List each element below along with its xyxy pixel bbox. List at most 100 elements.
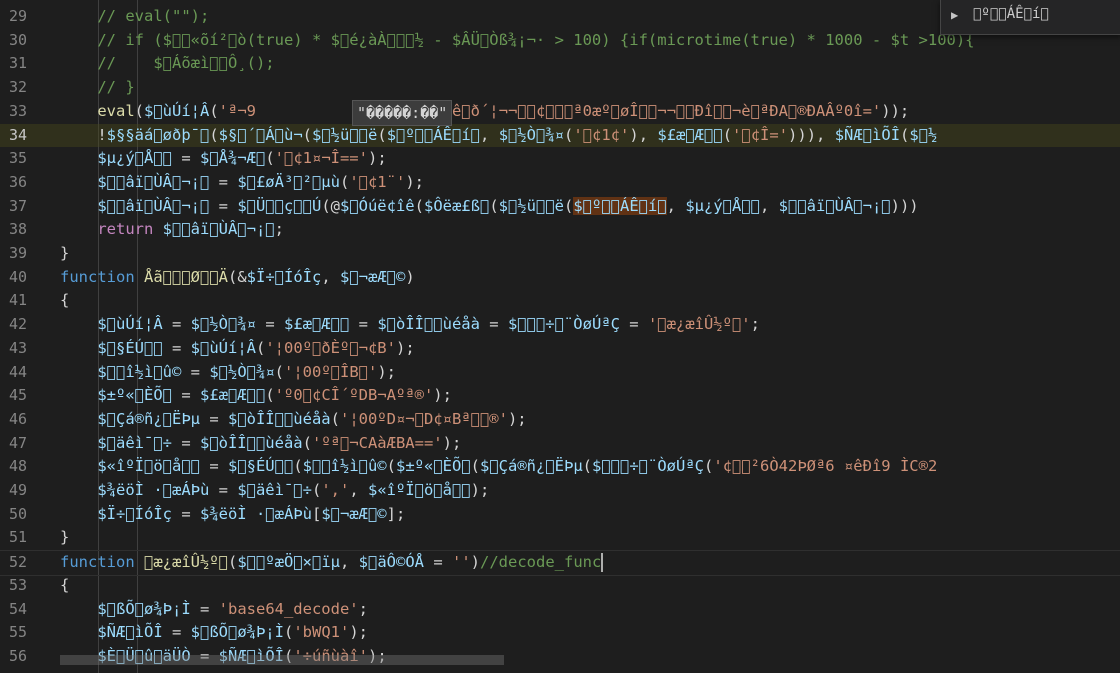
code-token: ' ¢1¤¬Î==' xyxy=(274,149,368,168)
code-line[interactable]: 33 eval($ ùÚí¦Â('ª¬9 3B0ÈÔêê ð´¦¬¬  ¢   … xyxy=(0,100,1120,124)
code-token: function xyxy=(60,267,144,286)
code-token: ',' xyxy=(321,481,350,499)
code-line[interactable]: 55 $ÑÆ ìÕÎ = $ ßÕ ø¾Þ¡Ì('bWQ1'); xyxy=(0,621,1120,645)
code-line[interactable]: 31 // $ Áõæì  Ô¸(); xyxy=(0,52,1120,76)
code-line[interactable]: 46 $ Çá®ñ¿ ËÞµ = $ òÎÎ  ùéåà('¦00ºD¤¬ D¢… xyxy=(0,408,1120,432)
code-line[interactable]: 34 !$§§äá øðþ¯ ($§ ´ Á ù¬($ ½ü  ë($ º  Á… xyxy=(0,123,1120,148)
code-text: $  âï ÙÂ ¬¡  = $ Ü  ç  Ú(@$ Óúë¢îê($Ôëæ£… xyxy=(60,195,919,219)
code-token: $ ½Ò ¾¤ xyxy=(498,125,565,144)
code-token: = xyxy=(349,315,378,334)
code-token: = xyxy=(209,172,238,191)
code-token: $ Å¾¬Æ  xyxy=(199,149,266,168)
code-line[interactable]: 48 $«îºÏ ö å   = $ §ÉÚ  ($  î½ì û©($±º« … xyxy=(0,455,1120,479)
code-token: //decode_func xyxy=(480,553,602,572)
code-token: ( xyxy=(265,149,275,168)
line-number: 34 xyxy=(8,125,27,144)
code-line[interactable]: 41 { xyxy=(0,289,1120,313)
code-token: ); xyxy=(442,433,462,452)
code-token: ( xyxy=(265,386,275,405)
code-line[interactable]: 32 // } xyxy=(0,76,1120,100)
code-token: [ xyxy=(311,504,322,523)
code-token: return xyxy=(60,220,163,239)
code-token: ( xyxy=(330,409,340,428)
code-token: $«îºÏ ö å   xyxy=(60,457,200,476)
code-line[interactable]: 51} xyxy=(0,526,1120,550)
code-line[interactable]: 53 { xyxy=(0,574,1120,598)
code-token: $±º« ÈÕ  xyxy=(396,457,471,476)
code-token: 3B0ÈÔêê ð´¦¬¬  ¢   ª0æº øÎ  ¬¬  Ðî  ¬è ª… xyxy=(256,101,882,120)
code-line[interactable]: 38 return $  âï ÙÂ ¬¡ ; xyxy=(0,218,1120,242)
code-text: // } xyxy=(60,76,134,100)
horizontal-scrollbar[interactable] xyxy=(60,655,504,665)
code-token: Åã   Ø  Ä xyxy=(144,267,228,286)
code-token: ))), xyxy=(788,125,835,144)
code-token: = xyxy=(209,481,238,499)
code-text: $  âï ÙÂ ¬¡  = $ £øÄ³ ² µù(' ¢1¨'); xyxy=(60,171,424,195)
code-token: ( xyxy=(386,457,396,476)
code-token: ) xyxy=(405,267,415,286)
code-line[interactable]: 47 $ äêì¯ ÷ = $ òÎÎ  ùéåà('ºª ¬CAàÆBA=='… xyxy=(0,432,1120,456)
code-token: } xyxy=(60,244,70,262)
code-line[interactable]: 45 $±º« ÈÕ  = $£æ Æ  ('º0 ¢CÎ´ºDB¬Aºª®')… xyxy=(0,384,1120,408)
code-token: $ÑÆ ìÕÎ xyxy=(834,125,901,144)
code-line[interactable]: 37 $  âï ÙÂ ¬¡  = $ Ü  ç  Ú(@$ Óúë¢îê($Ô… xyxy=(0,195,1120,219)
code-text: $ äêì¯ ÷ = $ òÎÎ  ùéåà('ºª ¬CAàÆBA=='); xyxy=(60,432,461,456)
code-token: ( xyxy=(228,553,238,572)
code-line[interactable]: 49 $¾ëöÌ · æÁÞù = $ äêì¯ ÷(',', $«îºÏ ö … xyxy=(0,479,1120,503)
code-text: eval($ ùÚí¦Â('ª¬9 3B0ÈÔêê ð´¦¬¬  ¢   ª0æ… xyxy=(60,100,909,124)
line-number: 29 xyxy=(8,7,27,25)
code-token: $ ùÚí¦Â xyxy=(190,338,256,357)
code-token: $ òÎÎ  ùéåà xyxy=(227,409,331,428)
code-token: $±º« ÈÕ  xyxy=(60,386,172,405)
code-token: 'º0 ¢CÎ´ºDB¬Aºª®' xyxy=(274,386,434,405)
code-line[interactable]: 44 $  î½ì û© = $ ½Ò ¾¤('¦00º ÎB '); xyxy=(0,361,1120,385)
code-token: ( xyxy=(293,457,303,476)
code-token: ); xyxy=(349,623,368,642)
code-token: ( xyxy=(582,457,592,476)
code-line[interactable]: 43 $ §ÉÚ   = $ ùÚí¦Â('¦00º ðÈº ¬¢B'); xyxy=(0,337,1120,361)
code-line[interactable]: 39} xyxy=(0,242,1120,266)
line-number: 50 xyxy=(8,504,27,523)
code-editor[interactable]: 29 // eval(""); 30 // if ($  «õí² ò(true)… xyxy=(0,0,1120,673)
code-line[interactable]: 50 $Ï÷ ÍóÎç = $¾ëöÌ · æÁÞù[$ ¬æÆ ©]; xyxy=(0,503,1120,527)
code-token: $¾ëöÌ · æÁÞù xyxy=(199,504,312,523)
code-token: , xyxy=(349,481,368,499)
code-token: = xyxy=(162,315,191,334)
find-input[interactable]:  º  ÁÊ í  xyxy=(973,6,1049,22)
code-line[interactable]: 52 function  æ¿æîÛ½º ($  ºæÖ × ïµ, $ äÔ©Ó… xyxy=(0,550,1120,576)
code-token: $ äêì¯ ÷ xyxy=(237,481,312,499)
code-token: = xyxy=(171,504,200,523)
code-token: $§ ´ Á ù¬ xyxy=(218,125,303,144)
code-line[interactable]: 36 $  âï ÙÂ ¬¡  = $ £øÄ³ ² µù(' ¢1¨'); xyxy=(0,171,1120,195)
code-token: $ ½ü  ë xyxy=(498,196,564,215)
code-token: ( xyxy=(564,125,574,144)
code-token: , xyxy=(340,553,359,572)
code-token: (& xyxy=(228,267,247,286)
code-token: ; xyxy=(358,599,368,618)
code-text: function  æ¿æîÛ½º ($  ºæÖ × ïµ, $ äÔ©ÓÅ … xyxy=(60,551,603,575)
code-token: ); xyxy=(405,172,424,191)
chevron-right-icon[interactable]: ▶ xyxy=(951,8,958,22)
code-token: ( xyxy=(563,196,574,215)
code-token: ) xyxy=(470,553,481,572)
code-line[interactable]: 40 function Åã   Ø  Ä(&$Ï÷ ÍóÎç, $ ¬æÆ ©) xyxy=(0,266,1120,290)
code-token: ( xyxy=(209,125,219,144)
code-line[interactable]: 35 $µ¿ý Å   = $ Å¾¬Æ (' ¢1¤¬Î=='); xyxy=(0,147,1120,171)
line-number: 42 xyxy=(8,315,27,334)
code-text: return $  âï ÙÂ ¬¡ ; xyxy=(60,218,284,242)
code-text: // if ($  «õí² ò(true) * $ é¿àÀ   ½ - $Â… xyxy=(60,29,974,53)
code-token: 'base64_decode' xyxy=(218,599,359,618)
find-widget[interactable]: ▶  º  ÁÊ í  xyxy=(940,0,1120,35)
code-token: $§§äá øðþ¯  xyxy=(106,125,210,144)
code-token: ( xyxy=(209,101,219,120)
code-token: $  âï ÙÂ ¬¡  xyxy=(778,196,891,215)
code-token: $ äÔ©ÓÅ xyxy=(358,553,424,572)
line-number: 44 xyxy=(8,362,27,381)
code-line[interactable]: 42 $ ùÚí¦Â = $ ½Ò ¾¤ = $£æ Æ   = $ òÎÎ  … xyxy=(0,313,1120,337)
code-token: ( xyxy=(302,125,313,144)
code-token: ' ¢1¢' xyxy=(573,125,630,144)
code-token: $ ½Ò ¾¤ xyxy=(209,362,275,381)
code-token: // $ Áõæì  Ô¸(); xyxy=(60,54,275,73)
code-line[interactable]: 54 $ ßÕ ø¾Þ¡Ì = 'base64_decode'; xyxy=(0,598,1120,622)
code-token: $ Óúë¢îê xyxy=(339,196,415,215)
